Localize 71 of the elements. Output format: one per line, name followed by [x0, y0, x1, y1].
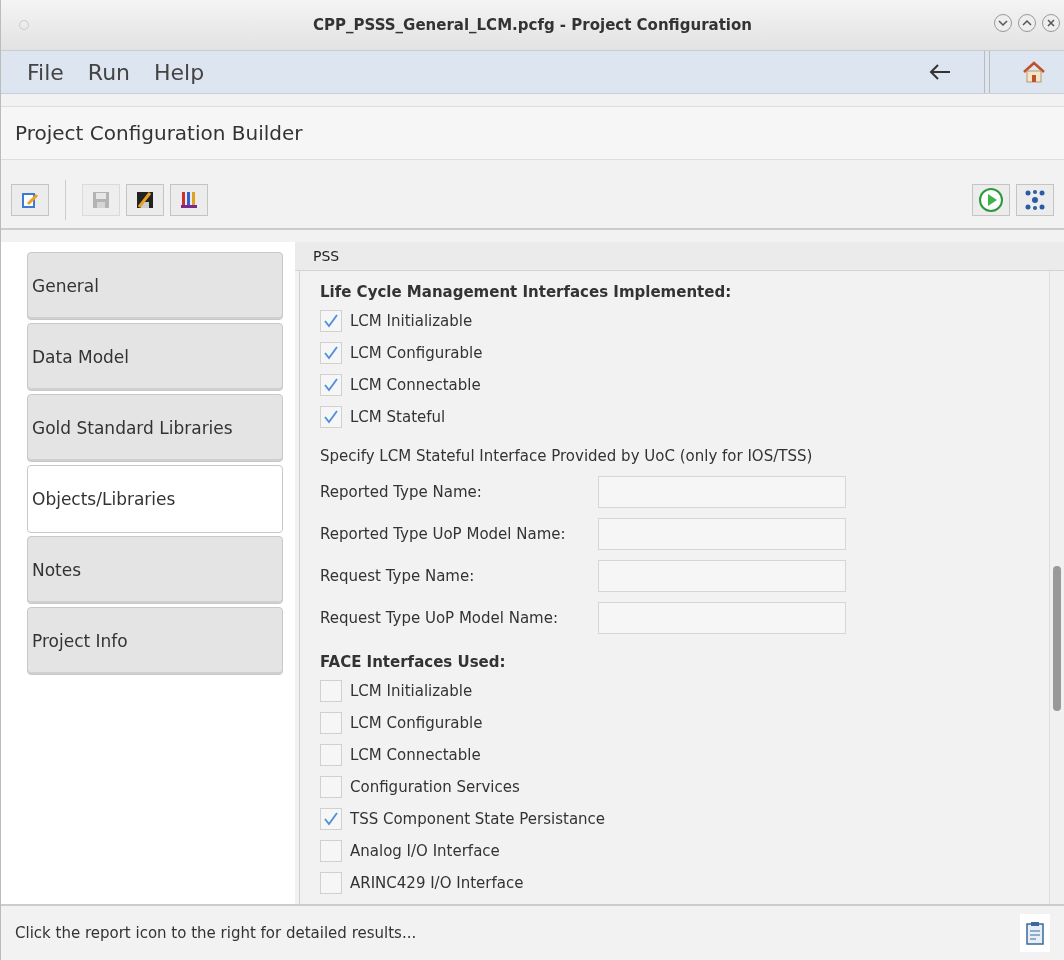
status-text: Click the report icon to the right for detailed results...: [15, 924, 418, 942]
checkbox[interactable]: [320, 406, 342, 428]
sidebar-tab[interactable]: Data Model: [27, 323, 283, 391]
checkbox[interactable]: [320, 872, 342, 894]
back-arrow-icon: [928, 63, 952, 81]
checkbox-label: TSS Component State Persistance: [350, 810, 606, 828]
home-icon: [1021, 60, 1047, 84]
checkbox[interactable]: [320, 712, 342, 734]
run-button[interactable]: [972, 184, 1010, 216]
play-icon: [978, 187, 1004, 213]
check-icon: [323, 377, 339, 393]
scrollbar-thumb[interactable]: [1053, 566, 1061, 711]
sidebar-tab[interactable]: General: [27, 252, 283, 320]
edit-clipboard-button[interactable]: [11, 184, 49, 216]
input-field[interactable]: [598, 602, 846, 634]
input-field[interactable]: [598, 518, 846, 550]
menu-item[interactable]: Help: [152, 59, 207, 85]
sidebar-tab[interactable]: Objects/Libraries: [27, 465, 283, 533]
input-field[interactable]: [598, 560, 846, 592]
field-label: Request Type Name:: [320, 567, 476, 585]
network-button[interactable]: [1016, 184, 1054, 216]
checkbox-label: LCM Configurable: [350, 714, 483, 732]
report-clipboard-button[interactable]: [1020, 914, 1050, 952]
check-icon: [323, 313, 339, 329]
panel-title: PSS: [313, 248, 340, 264]
checkbox-label: LCM Connectable: [350, 376, 481, 394]
window-title: CPP_PSSS_General_LCM.pcfg - Project Configuration: [313, 16, 752, 34]
save-button[interactable]: [82, 184, 120, 216]
section-heading: FACE Interfaces Used:: [320, 653, 507, 671]
builder-title: Project Configuration Builder: [15, 121, 303, 145]
clipboard-icon: [1026, 921, 1044, 945]
save-as-button[interactable]: [126, 184, 164, 216]
field-label: Reported Type UoP Model Name:: [320, 525, 567, 543]
checkbox[interactable]: [320, 342, 342, 364]
input-field[interactable]: [598, 476, 846, 508]
checkbox-label: Analog I/O Interface: [350, 842, 500, 860]
menu-item[interactable]: File: [25, 59, 66, 85]
field-label: Request Type UoP Model Name:: [320, 609, 559, 627]
checkbox-label: LCM Initializable: [350, 682, 473, 700]
check-icon: [323, 409, 339, 425]
sidebar-tab[interactable]: Notes: [27, 536, 283, 604]
checkbox-label: LCM Initializable: [350, 312, 473, 330]
close-button[interactable]: [1042, 14, 1060, 32]
sidebar-tab[interactable]: Project Info: [27, 607, 283, 675]
checkbox-label: LCM Configurable: [350, 344, 483, 362]
sidebar-tab[interactable]: Gold Standard Libraries: [27, 394, 283, 462]
check-icon: [323, 345, 339, 361]
checkbox-label: Configuration Services: [350, 778, 520, 796]
checkbox[interactable]: [320, 310, 342, 332]
checkbox-label: ARINC429 I/O Interface: [350, 874, 524, 892]
bar-chart-icon: [179, 190, 199, 210]
checkbox[interactable]: [320, 680, 342, 702]
checkbox[interactable]: [320, 374, 342, 396]
minimize-button[interactable]: [994, 14, 1012, 32]
field-label: Reported Type Name:: [320, 483, 483, 501]
checkbox-label: LCM Connectable: [350, 746, 481, 764]
checkbox[interactable]: [320, 840, 342, 862]
floppy-pencil-icon: [135, 190, 155, 210]
checkbox[interactable]: [320, 776, 342, 798]
section-note: Specify LCM Stateful Interface Provided by UoC (only for IOS/TSS): [320, 447, 814, 465]
checkbox-label: LCM Stateful: [350, 408, 446, 426]
maximize-button[interactable]: [1018, 14, 1036, 32]
network-icon: [1024, 189, 1046, 211]
check-icon: [323, 811, 339, 827]
section-heading: Life Cycle Management Interfaces Implemented:: [320, 283, 733, 301]
checkbox[interactable]: [320, 744, 342, 766]
checkbox[interactable]: [320, 808, 342, 830]
bar-chart-button[interactable]: [170, 184, 208, 216]
scrollbar[interactable]: [1049, 271, 1064, 904]
clipboard-pencil-icon: [20, 190, 40, 210]
menu-item[interactable]: Run: [85, 59, 132, 85]
